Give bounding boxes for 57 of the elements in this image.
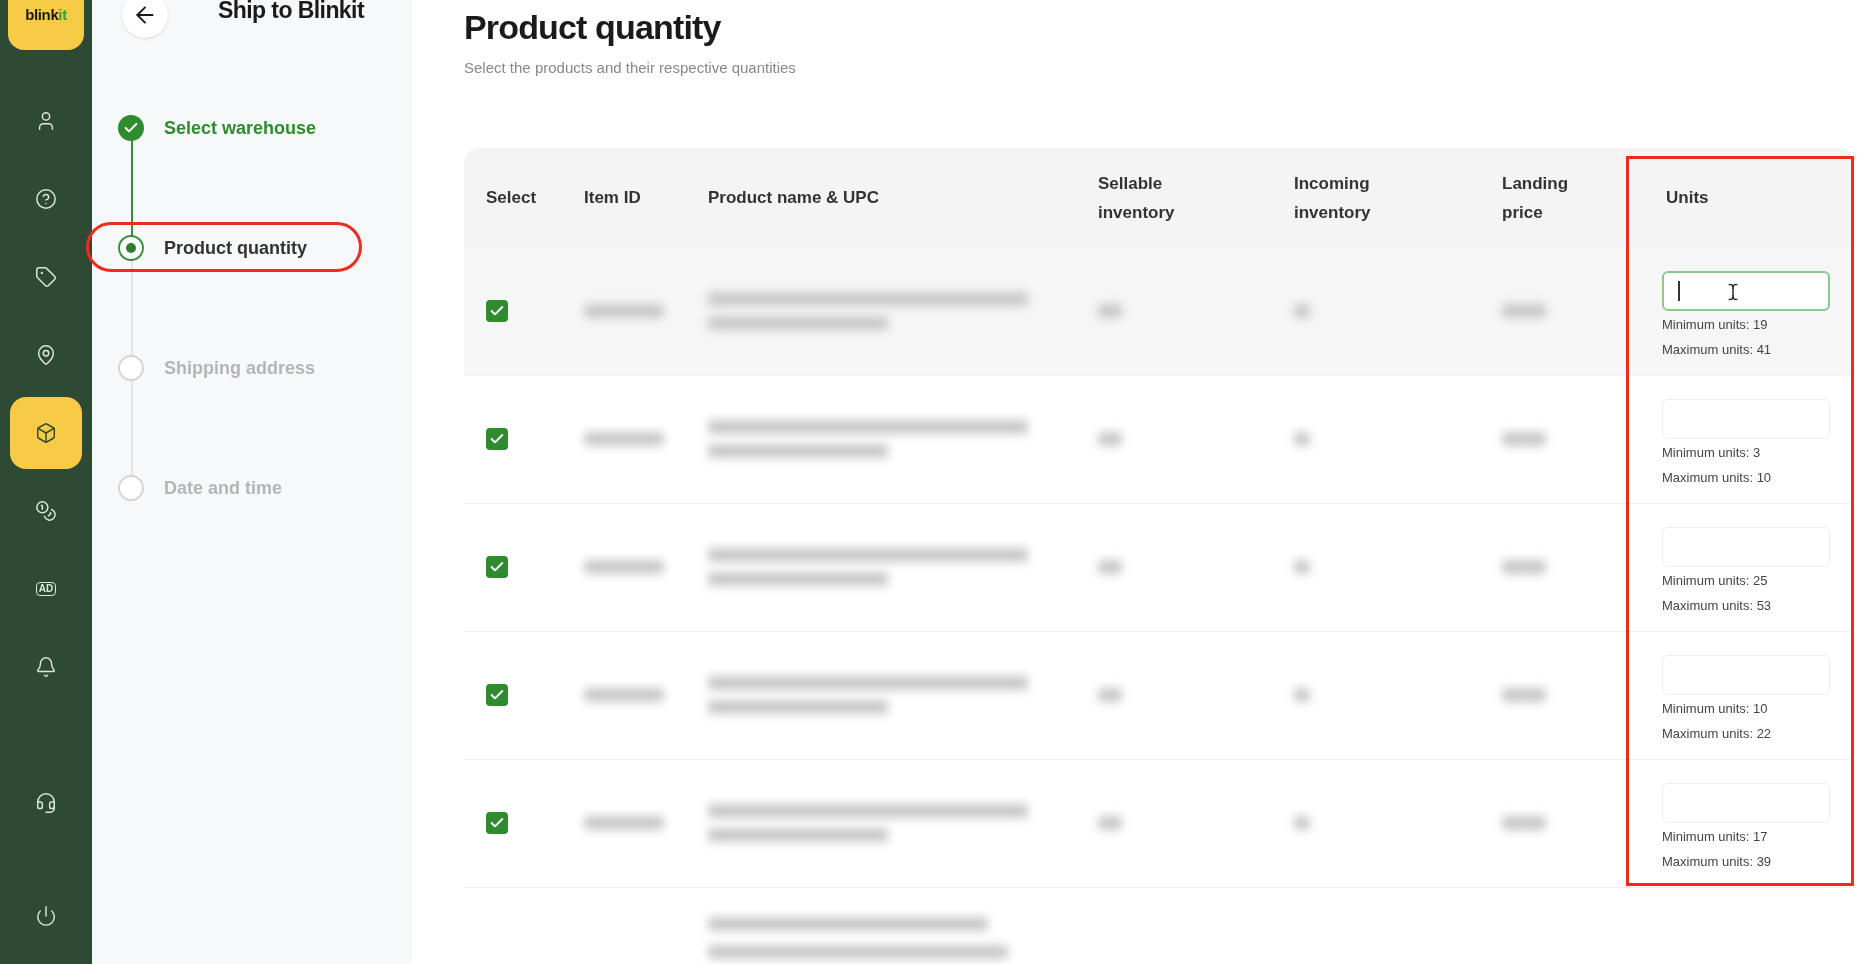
blurred-text [1502,560,1546,574]
maximum-units: Maximum units: 39 [1662,853,1773,871]
units-input[interactable] [1662,270,1830,311]
maximum-units: Maximum units: 41 [1662,341,1773,359]
minimum-units: Minimum units: 3 [1662,443,1762,462]
blurred-text [1502,432,1546,446]
back-button[interactable] [122,0,168,38]
location-pin-icon [35,344,57,366]
stepper-title: Ship to Blinkit [218,0,364,25]
column-header: Landing price [1502,172,1570,224]
column-header: Item ID [584,187,642,209]
blurred-text [1502,304,1546,318]
step-label: Product quantity [164,236,307,260]
help-icon [35,188,57,210]
maximum-units: Maximum units: 22 [1662,725,1773,743]
checkbox[interactable] [486,684,508,706]
column-header: Sellable inventory [1098,172,1176,224]
blurred-text [1098,304,1122,318]
sidebar-item[interactable]: AD [10,553,82,625]
blurred-text [1502,816,1546,830]
blurred-text [1098,560,1122,574]
minimum-units: Minimum units: 25 [1662,571,1769,590]
logo: blinkit [8,0,84,50]
checkbox[interactable] [486,428,508,450]
blurred-text [1294,816,1310,830]
blurred-text [1502,688,1546,702]
step-label: Shipping address [164,356,316,380]
blurred-text [1098,432,1122,446]
checkbox[interactable] [486,300,508,322]
page-title: Product quantity [464,7,722,48]
coins-icon [35,500,57,522]
box-icon [35,422,57,444]
step-label: Date and time [164,476,283,500]
checkbox[interactable] [486,812,508,834]
blurred-text [1294,304,1310,318]
blurred-text [1098,688,1122,702]
column-header: Units [1665,187,1710,209]
power-icon [35,905,57,927]
minimum-units: Minimum units: 10 [1662,699,1769,718]
blurred-text [1294,688,1310,702]
blurred-text [1294,560,1310,574]
column-header: Incoming inventory [1294,172,1372,224]
maximum-units: Maximum units: 10 [1662,469,1773,487]
page-subtitle: Select the products and their respective quantities [464,58,797,78]
bell-icon [35,656,57,678]
headset-icon [35,792,57,814]
blurred-text [1098,816,1122,830]
minimum-units: Minimum units: 19 [1662,315,1769,334]
blurred-text [1294,432,1310,446]
column-header: Select [486,187,538,209]
checkbox[interactable] [486,556,508,578]
step-label: Select warehouse [164,116,317,140]
maximum-units: Maximum units: 53 [1662,597,1773,615]
sidebar-item[interactable] [10,397,82,469]
tag-icon [35,266,57,288]
column-header: Product name & UPC [708,187,880,209]
minimum-units: Minimum units: 17 [1662,827,1769,846]
